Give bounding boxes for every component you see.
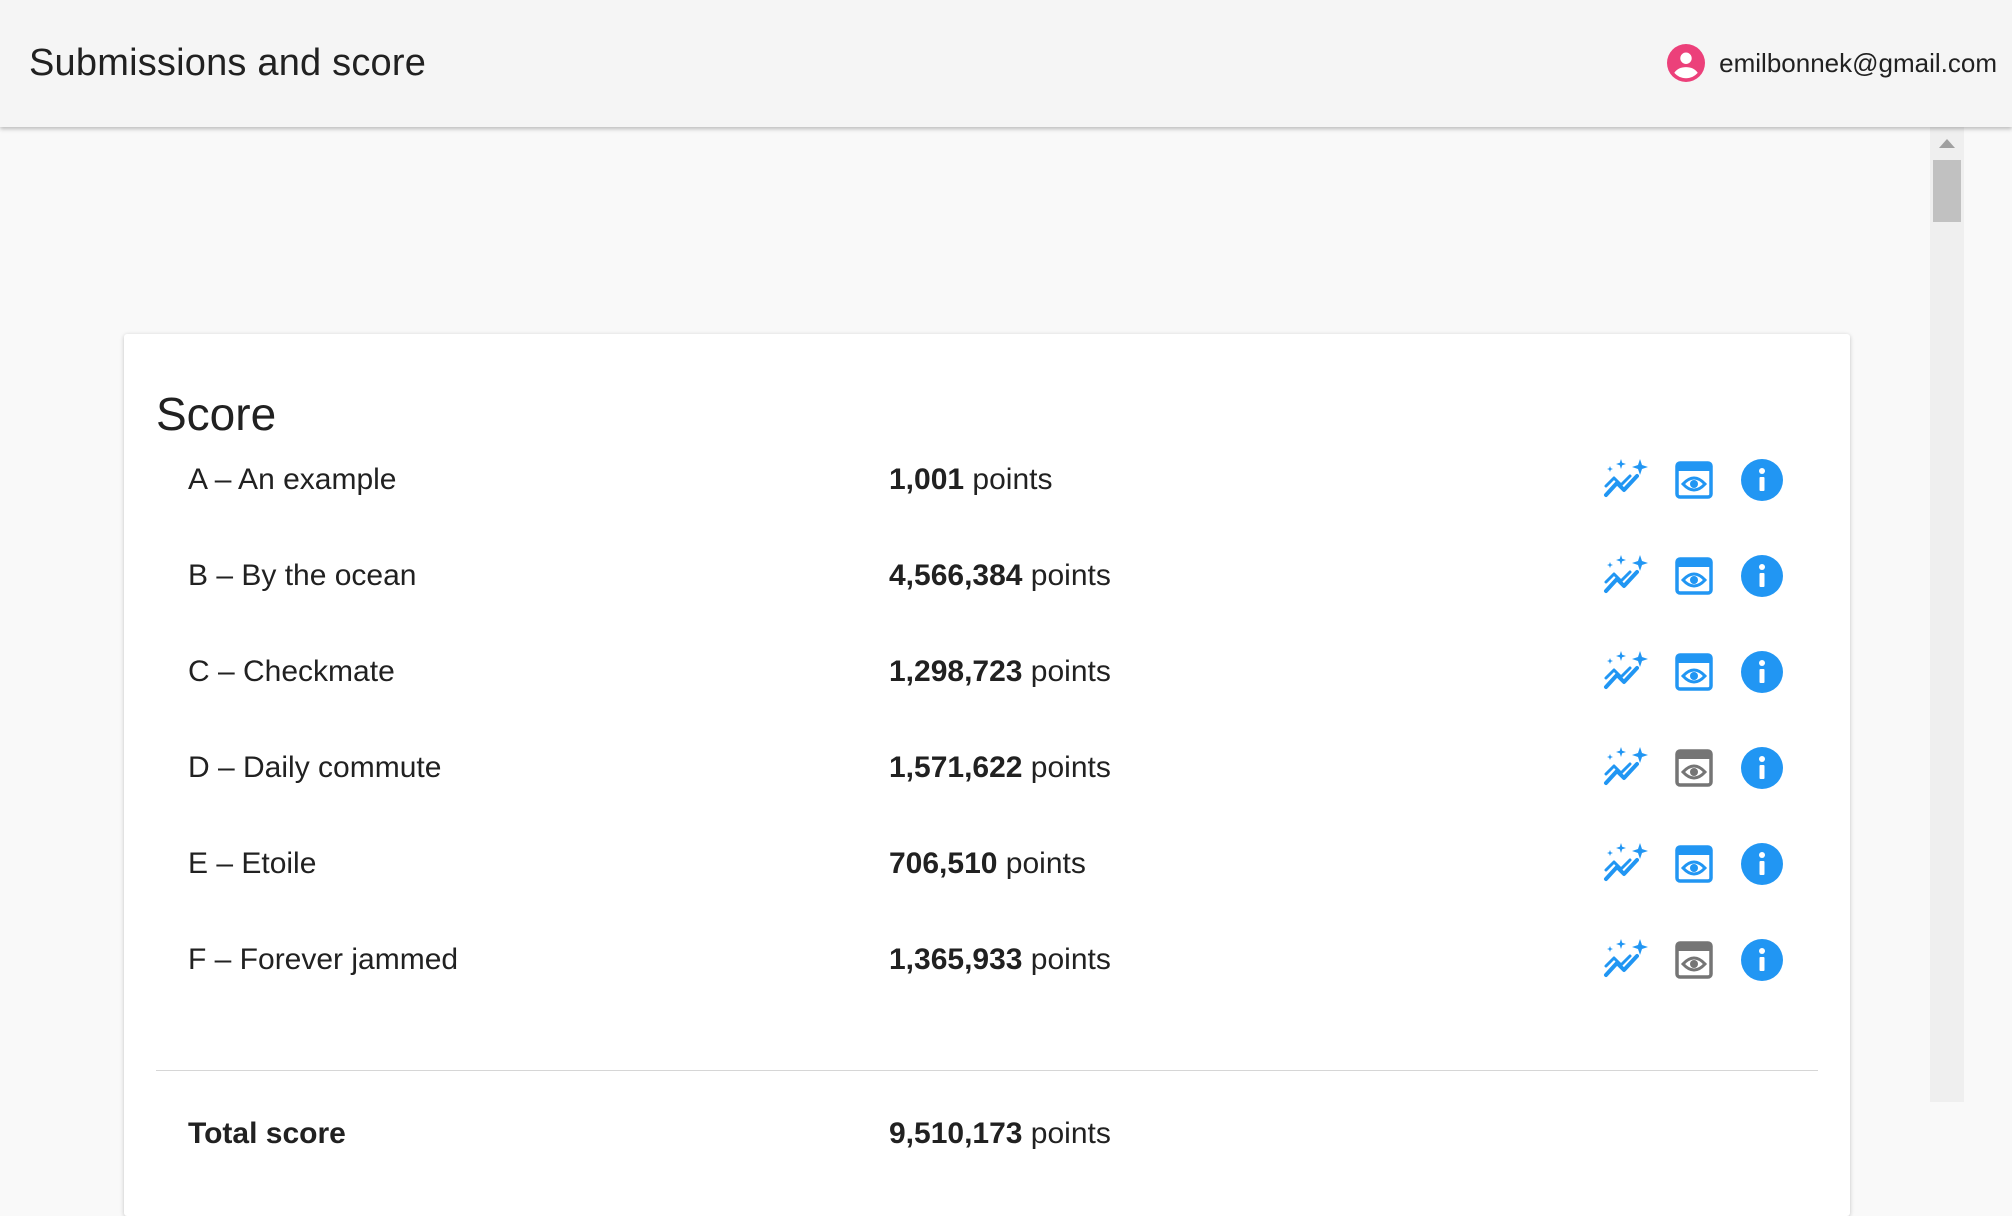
total-score: 9,510,173 points [889, 1086, 1111, 1182]
info-icon [1741, 651, 1783, 693]
preview-button[interactable] [1669, 551, 1719, 601]
table-row: D – Daily commute 1,571,622 points [156, 720, 1818, 816]
problem-score-unit: points [997, 847, 1086, 880]
problem-score: 1,298,723 points [889, 624, 1111, 720]
preview-button[interactable] [1669, 455, 1719, 505]
problem-score-unit: points [1022, 751, 1111, 784]
table-row: C – Checkmate 1,298,723 points [156, 624, 1818, 720]
info-button[interactable] [1737, 551, 1787, 601]
info-button[interactable] [1737, 647, 1787, 697]
preview-button[interactable] [1669, 743, 1719, 793]
right-gutter [1964, 127, 2012, 1102]
problem-name: F – Forever jammed [188, 943, 459, 976]
problem-name: D – Daily commute [188, 751, 442, 784]
info-icon [1741, 747, 1783, 789]
preview-icon [1675, 941, 1713, 979]
info-icon [1741, 459, 1783, 501]
total-score-unit: points [1022, 1117, 1111, 1150]
user-email: emilbonnek@gmail.com [1719, 47, 1997, 78]
auto-graph-icon [1604, 747, 1648, 785]
table-row: B – By the ocean 4,566,384 points [156, 528, 1818, 624]
visualize-button[interactable] [1601, 743, 1651, 793]
info-button[interactable] [1737, 935, 1787, 985]
main-content: Score A – An example 1,001 points B – By t… [0, 127, 1930, 1216]
problem-score-unit: points [1022, 559, 1111, 592]
info-button[interactable] [1737, 839, 1787, 889]
preview-icon [1675, 557, 1713, 595]
info-icon [1741, 939, 1783, 981]
total-row: Total score 9,510,173 points [156, 1086, 1818, 1182]
page-title: Submissions and score [29, 42, 427, 84]
problem-score: 1,001 points [889, 432, 1052, 528]
preview-icon [1675, 653, 1713, 691]
visualize-button[interactable] [1601, 551, 1651, 601]
info-button[interactable] [1737, 455, 1787, 505]
auto-graph-icon [1604, 651, 1648, 689]
auto-graph-icon [1604, 555, 1648, 593]
problem-name: E – Etoile [188, 847, 317, 880]
table-row: E – Etoile 706,510 points [156, 816, 1818, 912]
row-actions [1601, 455, 1787, 505]
visualize-button[interactable] [1601, 839, 1651, 889]
problem-score-value: 706,510 [889, 847, 998, 880]
score-card: Score A – An example 1,001 points B – By t… [124, 334, 1850, 1216]
table-row: A – An example 1,001 points [156, 432, 1818, 528]
row-actions [1601, 839, 1787, 889]
auto-graph-icon [1604, 459, 1648, 497]
problem-score-unit: points [964, 463, 1053, 496]
problem-name: C – Checkmate [188, 655, 395, 688]
scroll-thumb[interactable] [1933, 160, 1961, 222]
user-account[interactable]: emilbonnek@gmail.com [1667, 42, 1997, 84]
problem-score: 4,566,384 points [889, 528, 1111, 624]
problem-score-value: 1,571,622 [889, 751, 1023, 784]
visualize-button[interactable] [1601, 935, 1651, 985]
table-row: F – Forever jammed 1,365,933 points [156, 912, 1818, 1008]
row-actions [1601, 647, 1787, 697]
problem-name: A – An example [188, 463, 397, 496]
scroll-up-arrow[interactable] [1939, 139, 1955, 148]
app-bar: Submissions and score emilbonnek@gmail.c… [0, 0, 2012, 127]
visualize-button[interactable] [1601, 455, 1651, 505]
account-circle-icon [1667, 44, 1706, 82]
problem-score-value: 1,365,933 [889, 943, 1023, 976]
info-icon [1741, 843, 1783, 885]
scrollbar[interactable] [1930, 127, 1964, 1102]
row-actions [1601, 551, 1787, 601]
preview-icon [1675, 749, 1713, 787]
problem-name: B – By the ocean [188, 559, 417, 592]
problem-score: 1,365,933 points [889, 912, 1111, 1008]
auto-graph-icon [1604, 939, 1648, 977]
divider [156, 1070, 1818, 1071]
preview-icon [1675, 461, 1713, 499]
total-label: Total score [188, 1117, 346, 1150]
preview-button[interactable] [1669, 839, 1719, 889]
problem-score-value: 4,566,384 [889, 559, 1023, 592]
problem-score: 1,571,622 points [889, 720, 1111, 816]
problem-score-unit: points [1022, 655, 1111, 688]
problem-score-value: 1,001 [889, 463, 965, 496]
problem-score: 706,510 points [889, 816, 1086, 912]
problem-score-value: 1,298,723 [889, 655, 1023, 688]
row-actions [1601, 935, 1787, 985]
preview-button[interactable] [1669, 935, 1719, 985]
info-button[interactable] [1737, 743, 1787, 793]
auto-graph-icon [1604, 843, 1648, 881]
visualize-button[interactable] [1601, 647, 1651, 697]
info-icon [1741, 555, 1783, 597]
preview-button[interactable] [1669, 647, 1719, 697]
problem-score-unit: points [1022, 943, 1111, 976]
preview-icon [1675, 845, 1713, 883]
row-actions [1601, 743, 1787, 793]
total-score-value: 9,510,173 [889, 1117, 1023, 1150]
